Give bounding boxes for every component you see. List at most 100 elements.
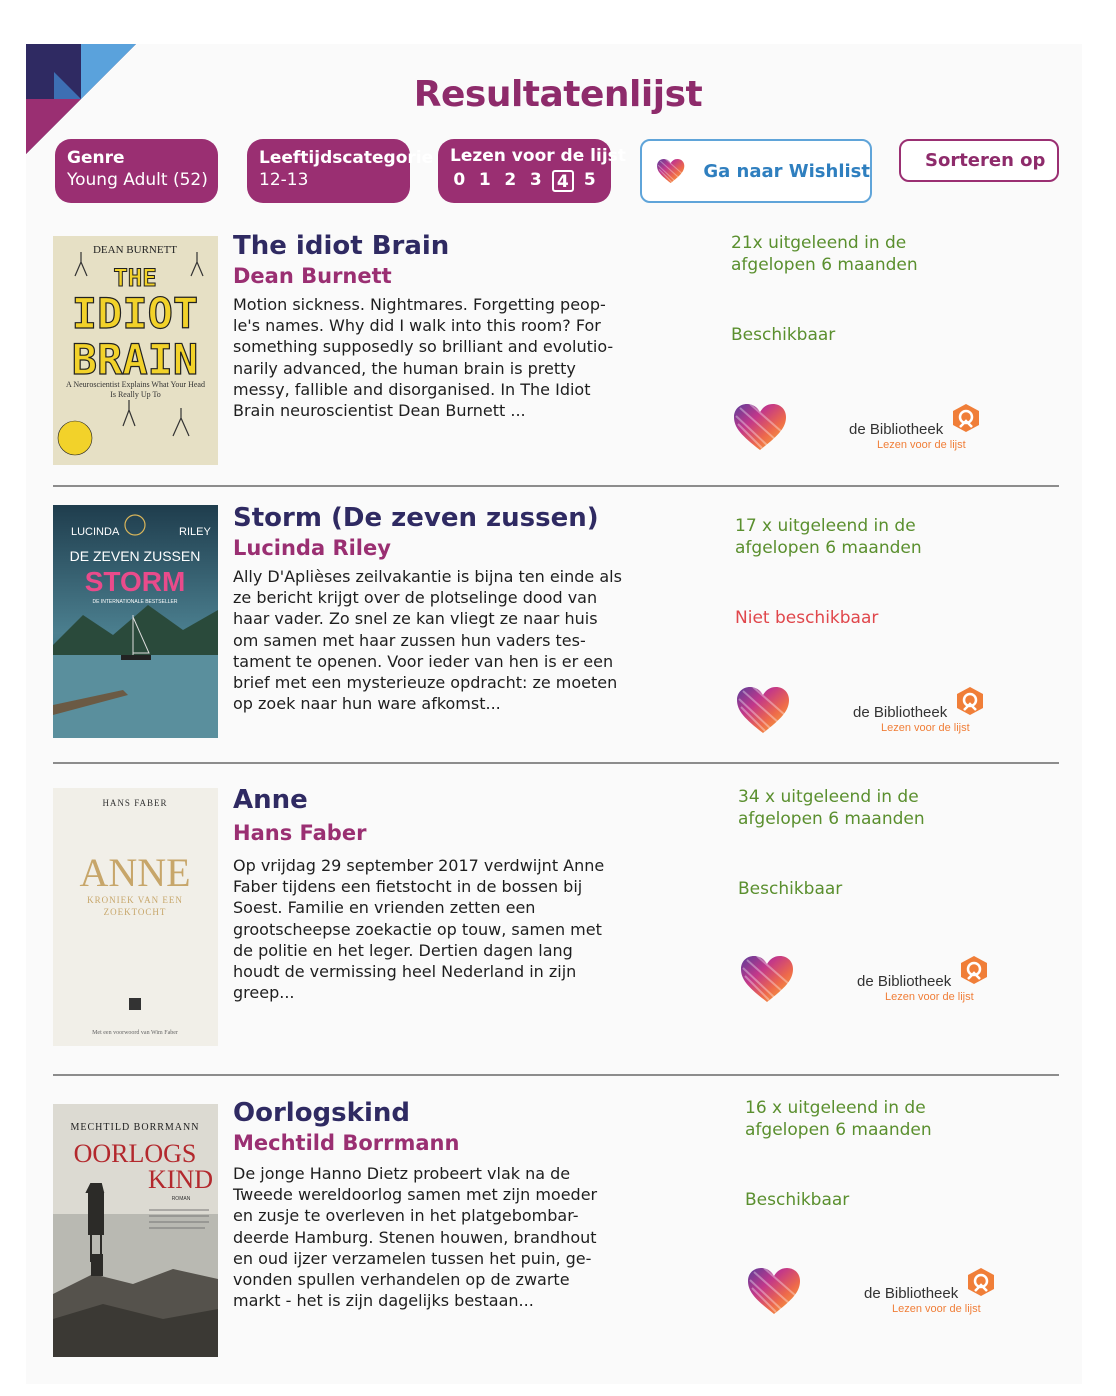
cover-title-2: IDIOT bbox=[72, 289, 198, 338]
page-title: Resultatenlijst bbox=[413, 74, 703, 115]
book-stats: 17 x uitgeleend in de afgelopen 6 maande… bbox=[735, 515, 935, 629]
cover-storm: LUCINDA RILEY DE ZEVEN ZUSSEN STORM DE I… bbox=[53, 505, 218, 738]
availability-status: Niet beschikbaar bbox=[735, 608, 879, 628]
library-name: de Bibliotheek bbox=[853, 704, 948, 721]
level-filter[interactable]: Lezen voor de lijst 0 1 2 3 4 5 bbox=[438, 139, 626, 203]
level-option-2[interactable]: 2 bbox=[501, 170, 520, 192]
cover-series: DE ZEVEN ZUSSEN bbox=[70, 548, 201, 564]
heart-icon[interactable] bbox=[732, 402, 788, 452]
book-cover[interactable]: MECHTILD BORRMANN OORLOGS KIND ROMAN bbox=[53, 1104, 218, 1357]
book-title[interactable]: Storm (De zeven zussen) bbox=[233, 502, 618, 534]
library-tagline: Lezen voor de lijst bbox=[892, 1303, 981, 1315]
divider bbox=[53, 762, 1059, 764]
book-info: Anne Hans Faber Op vrijdag 29 september … bbox=[233, 784, 618, 1003]
wishlist-button-label: Ga naar Wishlist bbox=[703, 160, 870, 182]
book-author[interactable]: Dean Burnett bbox=[233, 262, 618, 290]
heart-icon[interactable] bbox=[739, 954, 795, 1004]
loan-count: 34 x uitgeleend in de afgelopen 6 maande… bbox=[738, 787, 925, 829]
loan-count: 16 x uitgeleend in de afgelopen 6 maande… bbox=[745, 1098, 932, 1140]
cover-anne: HANS FABER ANNE KRONIEK VAN EEN ZOEKTOCH… bbox=[53, 788, 218, 1046]
availability-status: Beschikbaar bbox=[731, 325, 836, 345]
wishlist-button[interactable]: Ga naar Wishlist bbox=[640, 139, 872, 203]
book-author[interactable]: Lucinda Riley bbox=[233, 534, 618, 562]
cover-idiot-brain: DEAN BURNETT THE IDIOT BRAIN A Neuroscie… bbox=[53, 236, 218, 465]
result-item: HANS FABER ANNE KRONIEK VAN EEN ZOEKTOCH… bbox=[53, 785, 1059, 1058]
book-title[interactable]: Oorlogskind bbox=[233, 1097, 618, 1129]
cover-title: STORM bbox=[85, 566, 186, 597]
bibliotheek-icon bbox=[951, 403, 981, 433]
level-option-3[interactable]: 3 bbox=[527, 170, 546, 192]
book-description: Ally D'Aplièses zeilvakantie is bijna te… bbox=[233, 567, 622, 714]
book-description: Motion sickness. Nightmares. Forgetting … bbox=[233, 295, 614, 421]
book-author[interactable]: Mechtild Borrmann bbox=[233, 1129, 618, 1157]
availability-status: Beschikbaar bbox=[738, 879, 843, 899]
cover-title-1: THE bbox=[113, 264, 156, 292]
age-filter-value: 12-13 bbox=[259, 170, 309, 190]
bibliotheek-logo: de Bibliotheek Lezen voor de lijst bbox=[864, 1267, 996, 1317]
cover-subtitle-1: KRONIEK VAN EEN bbox=[87, 895, 183, 905]
cover-label: ROMAN bbox=[172, 1196, 191, 1202]
sort-dropdown[interactable]: Sorteren op bbox=[899, 139, 1059, 182]
genre-filter-label: Genre bbox=[67, 148, 125, 168]
library-name: de Bibliotheek bbox=[857, 973, 952, 990]
book-stats: 21x uitgeleend in de afgelopen 6 maanden… bbox=[731, 232, 931, 346]
cover-title-1: OORLOGS bbox=[74, 1139, 197, 1168]
cover-subtitle-2: ZOEKTOCHT bbox=[104, 907, 167, 917]
heart-icon bbox=[656, 150, 685, 192]
level-option-4-selected[interactable]: 4 bbox=[552, 170, 574, 192]
heart-icon[interactable] bbox=[746, 1266, 802, 1316]
genre-filter[interactable]: Genre Young Adult (52) bbox=[55, 139, 218, 203]
library-name: de Bibliotheek bbox=[849, 421, 944, 438]
cover-title-3: BRAIN bbox=[72, 335, 198, 384]
result-item: LUCINDA RILEY DE ZEVEN ZUSSEN STORM DE I… bbox=[53, 502, 1059, 745]
library-tagline: Lezen voor de lijst bbox=[881, 722, 970, 734]
book-cover[interactable]: LUCINDA RILEY DE ZEVEN ZUSSEN STORM DE I… bbox=[53, 505, 218, 738]
sort-dropdown-label: Sorteren op bbox=[925, 150, 1046, 171]
library-name: de Bibliotheek bbox=[864, 1285, 959, 1302]
book-stats: 16 x uitgeleend in de afgelopen 6 maande… bbox=[745, 1097, 945, 1211]
cover-author: MECHTILD BORRMANN bbox=[71, 1122, 200, 1133]
level-option-0[interactable]: 0 bbox=[450, 170, 469, 192]
level-filter-label: Lezen voor de lijst bbox=[450, 146, 626, 166]
age-filter[interactable]: Leeftijdscategorie 12-13 bbox=[247, 139, 434, 203]
cover-author: DEAN BURNETT bbox=[93, 244, 177, 256]
genre-filter-value: Young Adult (52) bbox=[67, 170, 208, 190]
bibliotheek-icon bbox=[959, 955, 989, 985]
result-item: DEAN BURNETT THE IDIOT BRAIN A Neuroscie… bbox=[53, 231, 1059, 476]
cover-subtitle: A Neuroscientist Explains What Your Head… bbox=[66, 380, 205, 399]
result-item: MECHTILD BORRMANN OORLOGS KIND ROMAN Oor… bbox=[53, 1098, 1059, 1360]
loan-count: 17 x uitgeleend in de afgelopen 6 maande… bbox=[735, 516, 922, 558]
availability-status: Beschikbaar bbox=[745, 1190, 850, 1210]
book-info: Storm (De zeven zussen) Lucinda Riley Al… bbox=[233, 502, 622, 714]
cover-author-1: LUCINDA bbox=[71, 526, 120, 538]
book-description: Op vrijdag 29 september 2017 verdwijnt A… bbox=[233, 856, 605, 1003]
divider bbox=[53, 1074, 1059, 1076]
library-tagline: Lezen voor de lijst bbox=[885, 991, 974, 1003]
book-stats: 34 x uitgeleend in de afgelopen 6 maande… bbox=[738, 786, 938, 900]
heart-icon[interactable] bbox=[735, 685, 791, 735]
book-cover[interactable]: HANS FABER ANNE KRONIEK VAN EEN ZOEKTOCH… bbox=[53, 788, 218, 1046]
loan-count: 21x uitgeleend in de afgelopen 6 maanden bbox=[731, 233, 918, 275]
book-info: Oorlogskind Mechtild Borrmann De jonge H… bbox=[233, 1097, 618, 1311]
level-option-1[interactable]: 1 bbox=[476, 170, 495, 192]
level-option-5[interactable]: 5 bbox=[581, 170, 600, 192]
book-description: De jonge Hanno Dietz probeert vlak na de… bbox=[233, 1164, 598, 1311]
divider bbox=[53, 485, 1059, 487]
book-title[interactable]: Anne bbox=[233, 784, 618, 816]
age-filter-label: Leeftijdscategorie bbox=[259, 148, 434, 168]
cover-title: ANNE bbox=[79, 850, 190, 895]
book-cover[interactable]: DEAN BURNETT THE IDIOT BRAIN A Neuroscie… bbox=[53, 236, 218, 465]
cover-subtitle: DE INTERNATIONALE BESTSELLER bbox=[93, 599, 178, 605]
bibliotheek-icon bbox=[955, 686, 985, 716]
cover-oorlogskind: MECHTILD BORRMANN OORLOGS KIND ROMAN bbox=[53, 1104, 218, 1357]
book-info: The idiot Brain Dean Burnett Motion sick… bbox=[233, 230, 618, 421]
cover-author: HANS FABER bbox=[102, 798, 167, 808]
bibliotheek-logo: de Bibliotheek Lezen voor de lijst bbox=[853, 686, 985, 736]
bibliotheek-logo: de Bibliotheek Lezen voor de lijst bbox=[857, 955, 989, 1005]
cover-footer: Met een voorwoord van Wim Faber bbox=[92, 1030, 178, 1036]
cover-author-2: RILEY bbox=[179, 526, 211, 538]
library-tagline: Lezen voor de lijst bbox=[877, 439, 966, 451]
bibliotheek-logo: de Bibliotheek Lezen voor de lijst bbox=[849, 403, 981, 453]
book-title[interactable]: The idiot Brain bbox=[233, 230, 618, 262]
book-author[interactable]: Hans Faber bbox=[233, 819, 618, 847]
